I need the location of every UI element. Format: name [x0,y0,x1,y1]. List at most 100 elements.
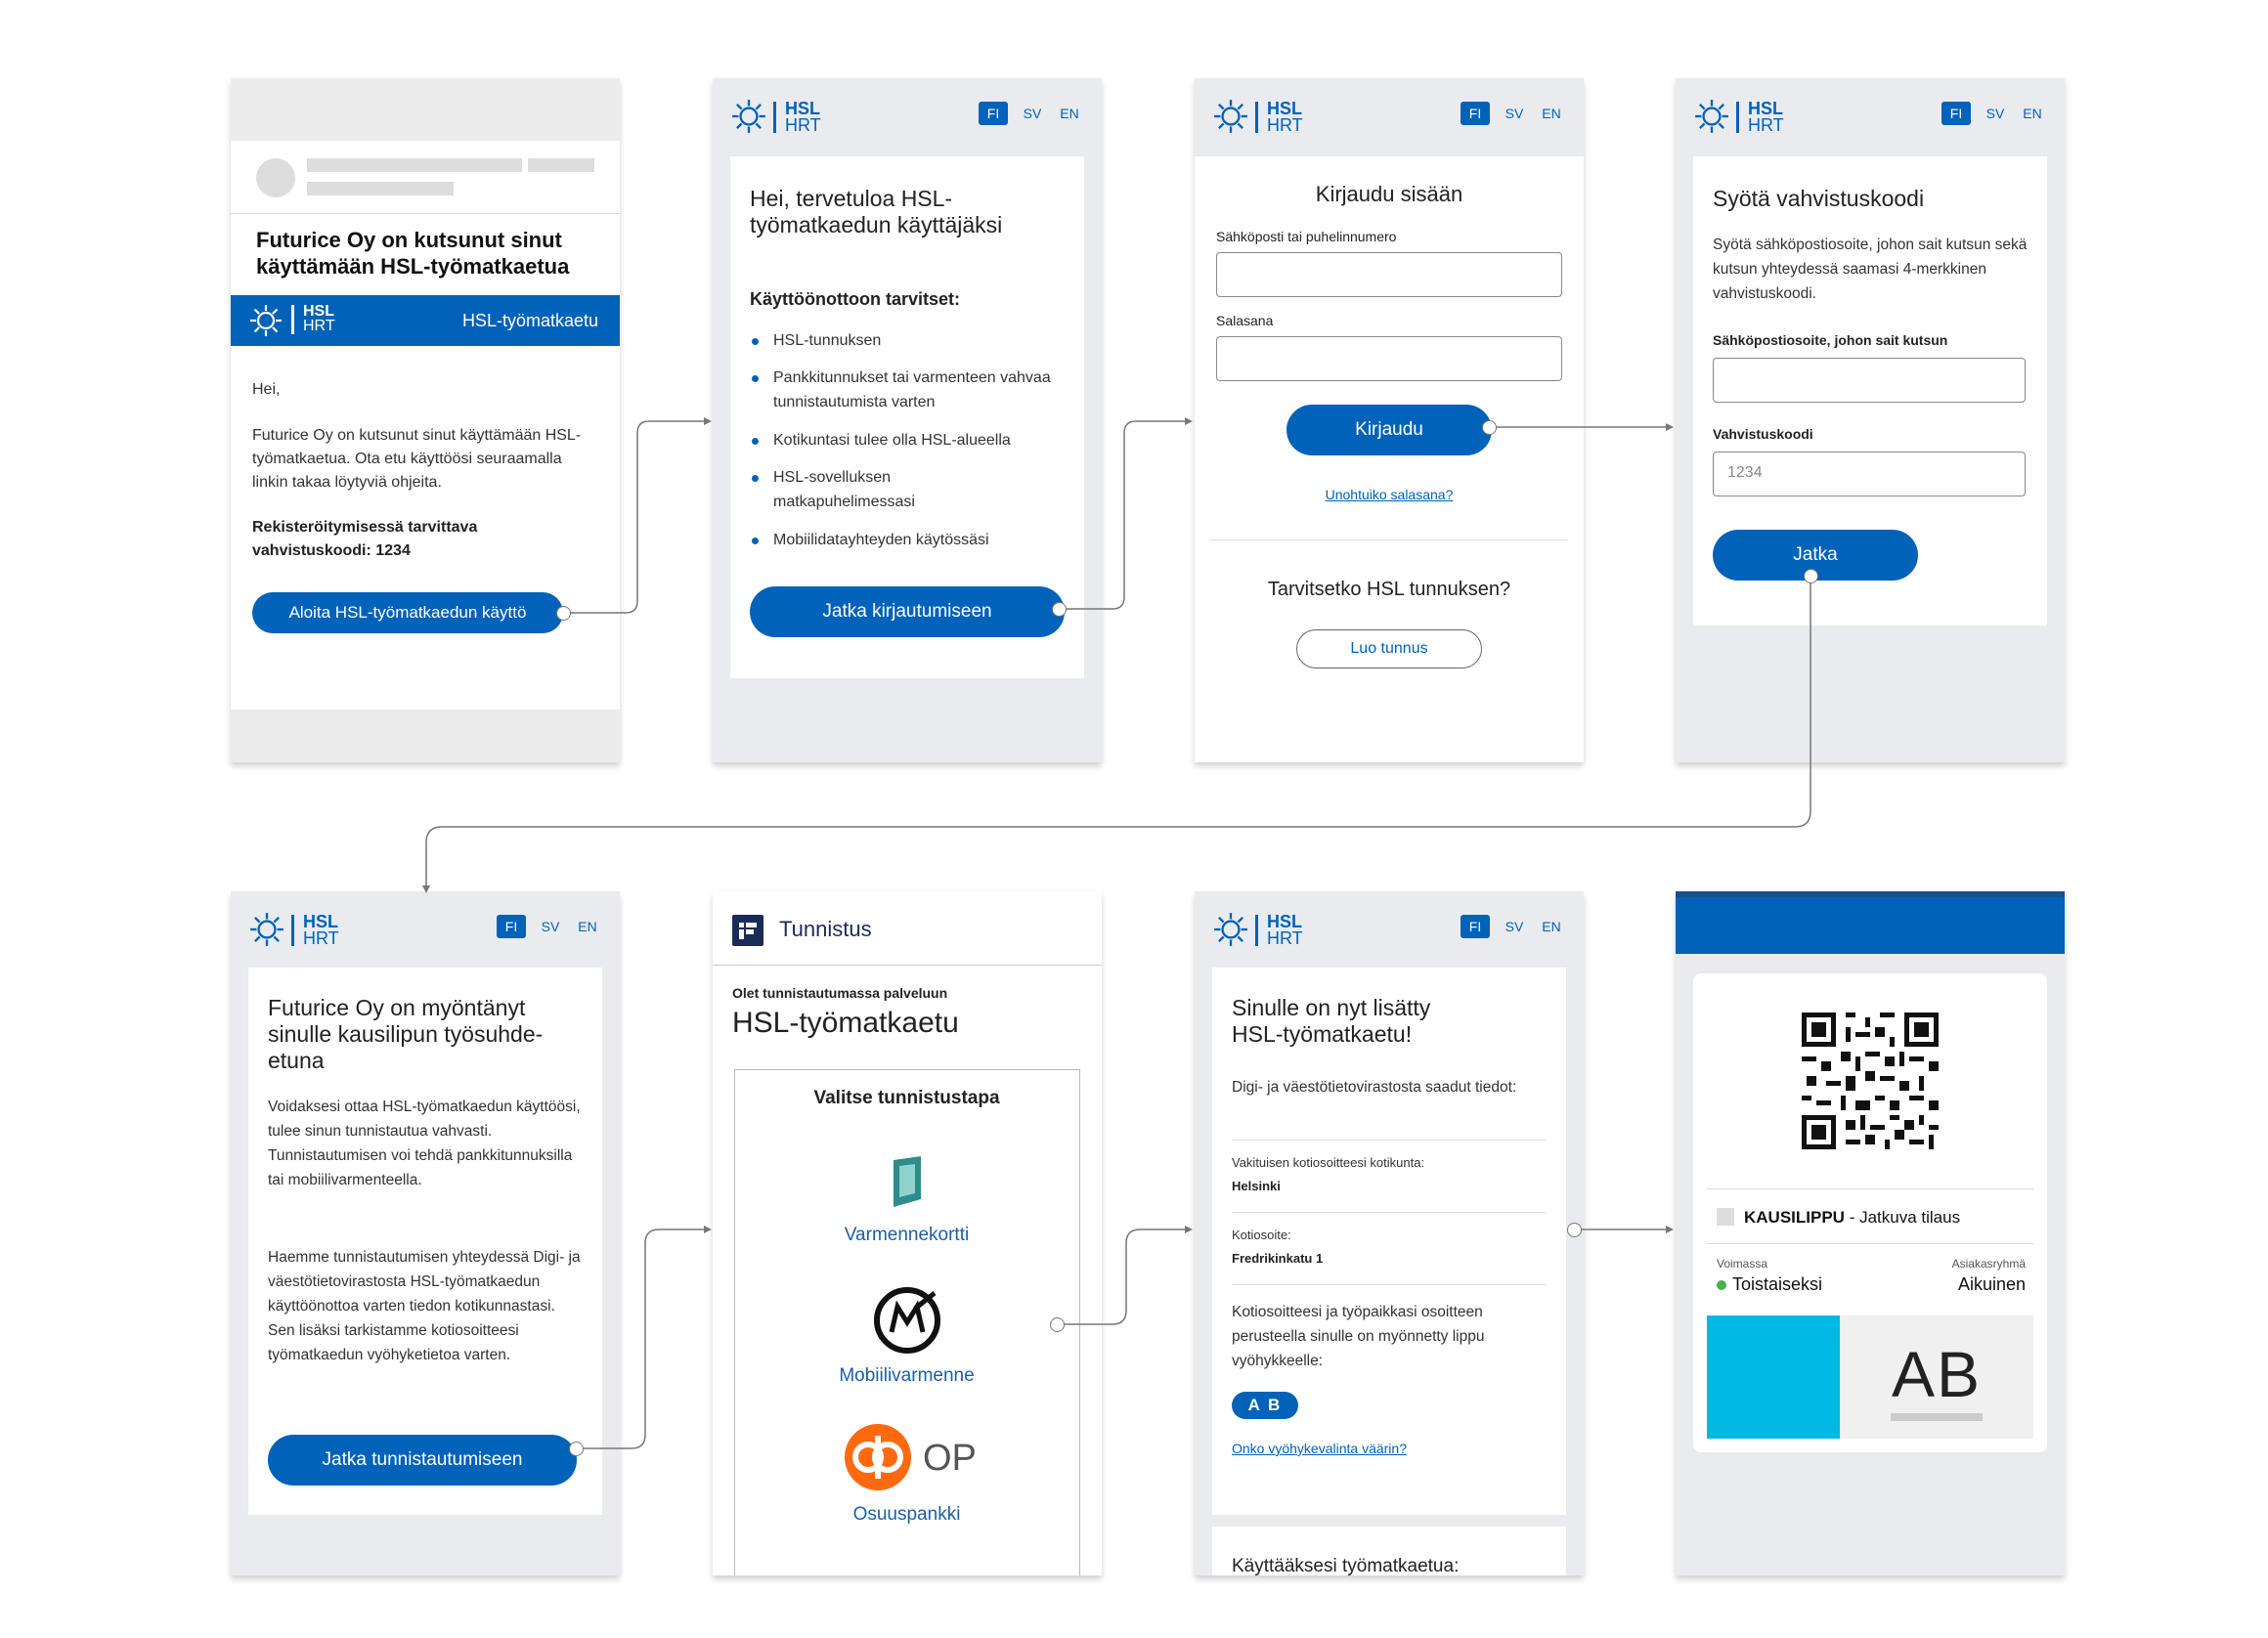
password-input[interactable] [1216,336,1562,381]
address-value: Fredrikinkatu 1 [1232,1251,1324,1266]
zone-badge: A B [1232,1392,1298,1419]
screen-welcome: HSL HRT FI SV EN Hei, tervetuloa HSL-työ… [713,78,1102,762]
divider [1232,1212,1547,1213]
sender-placeholder [307,158,522,172]
lang-sv[interactable]: SV [1502,915,1527,938]
ticket-zones: AB [1891,1338,1983,1410]
ticket-subscription: Jatkuva tilaus [1859,1208,1961,1227]
email-greeting: Hei, [252,381,281,398]
hsl-logo: HSL HRT [1212,911,1310,950]
method-panel: Valitse tunnistustapa Varmennekortti Mob… [734,1069,1080,1575]
screen-invite-email: Futurice Oy on kutsunut sinut käyttämään… [231,78,620,762]
added-card: Sinulle on nyt lisätty HSL-työmatkaetu! … [1212,968,1566,1515]
lang-fi[interactable]: FI [1461,102,1490,125]
app-header: HSL HRT FI SV EN [1195,891,1584,966]
zone-panel: AB [1840,1315,2033,1439]
hsl-logo: HSL HRT [1212,98,1310,137]
ticket-checkbox[interactable] [1717,1208,1734,1226]
method-mobiilivarmenne[interactable]: Mobiilivarmenne [735,1285,1078,1402]
valid-status-dot [1717,1280,1726,1290]
logo-hrt: HRT [1267,928,1303,948]
screen-identification: Tunnistus Olet tunnistautumassa palveluu… [713,891,1102,1575]
login-card: Kirjaudu sisään Sähköposti tai puhelinnu… [1195,156,1584,762]
continue-login-button[interactable]: Jatka kirjautumiseen [750,586,1065,637]
connector-knob [1050,1317,1065,1332]
ticket-dash: - [1844,1208,1860,1227]
service-name: HSL-työmatkaetu [732,1007,959,1039]
code-input[interactable]: 1234 [1713,452,2026,496]
screen-ticket: KAUSILIPPU - Jatkuva tilaus Voimassa Toi… [1676,891,2065,1575]
benefit-paragraph-1: Voidaksesi ottaa HSL-työmatkaedun käyttö… [268,1099,581,1188]
forgot-password-link[interactable]: Unohtuiko salasana? [1195,487,1584,502]
screen-benefit-granted: HSL HRT FI SV EN Futurice Oy on myöntäny… [231,891,620,1575]
op-logo-icon [845,1424,911,1490]
sender-avatar [256,158,295,197]
ticket-top-strip [1676,891,2065,897]
password-label: Salasana [1216,313,1274,328]
divider [1210,539,1568,540]
zone-wrong-link[interactable]: Onko vyöhykevalinta väärin? [1232,1441,1407,1456]
ticket-card: KAUSILIPPU - Jatkuva tilaus Voimassa Toi… [1693,973,2047,1452]
connector-knob [1482,420,1497,435]
verify-body: Syötä sähköpostiosoite, johon sait kutsu… [1713,237,2028,302]
lang-en[interactable]: EN [2018,102,2047,125]
logo-hrt: HRT [785,115,821,135]
lang-sv[interactable]: SV [1020,102,1045,125]
divider [231,213,620,214]
lang-en[interactable]: EN [1055,102,1084,125]
logo-divider [1736,102,1739,133]
method-varmennekortti[interactable]: Varmennekortti [735,1148,1078,1266]
lang-fi[interactable]: FI [497,915,526,938]
tunnistus-brand: Tunnistus [779,917,872,941]
app-header: HSL HRT FI SV EN [713,78,1102,152]
logo-divider [1255,102,1258,133]
connector-knob [569,1442,584,1456]
login-button[interactable]: Kirjaudu [1287,405,1492,455]
benefit-card: Futurice Oy on myöntänyt sinulle kausili… [248,968,602,1515]
requirement-item: HSL-tunnuksen [773,332,882,349]
lang-en[interactable]: EN [573,915,602,938]
ticket-type-bold: KAUSILIPPU [1744,1208,1845,1227]
hsl-logo: HSL HRT [248,911,346,950]
group-value: Aikuinen [1957,1274,2026,1294]
added-title: Sinulle on nyt lisätty HSL-työmatkaetu! [1232,995,1431,1047]
method-osuuspankki[interactable]: OP Osuuspankki [735,1422,1078,1539]
continue-identification-button[interactable]: Jatka tunnistautumiseen [268,1435,577,1486]
email-label: Sähköpostiosoite, johon sait kutsun [1713,332,1948,348]
lang-fi[interactable]: FI [979,102,1008,125]
ticket-top-bar [1676,891,2065,954]
app-header: HSL HRT FI SV EN [1195,78,1584,152]
sender-placeholder [528,158,594,172]
lang-sv[interactable]: SV [1502,102,1527,125]
bullet [752,375,759,382]
email-input[interactable] [1713,358,2026,403]
logo-divider [291,305,294,334]
logo-divider [291,915,294,946]
create-account-button[interactable]: Luo tunnus [1296,629,1482,668]
lang-sv[interactable]: SV [1983,102,2008,125]
requirement-item: HSL-sovelluksen matkapuhelimessasi [773,469,915,510]
divider [1707,1188,2033,1189]
lang-fi[interactable]: FI [1461,915,1490,938]
lang-sv[interactable]: SV [538,915,563,938]
requirements-heading: Käyttöönottoon tarvitset: [750,289,960,309]
logo-divider [773,102,776,133]
logo-hrt: HRT [303,318,335,334]
connector-knob [1052,602,1067,617]
start-benefit-button[interactable]: Aloita HSL-työmatkaedun käyttö [252,592,563,633]
hsl-logo-icon [1214,100,1247,133]
email-input[interactable] [1216,252,1562,297]
logo-hrt: HRT [1267,115,1303,135]
screen-verify: HSL HRT FI SV EN Syötä vahvistuskoodi Sy… [1676,78,2065,762]
lang-en[interactable]: EN [1537,102,1566,125]
requirement-item: Pankkitunnukset tai varmenteen vahvaa tu… [773,369,1051,410]
need-account-text: Tarvitsetko HSL tunnuksen? [1267,579,1511,600]
lang-fi[interactable]: FI [1941,102,1971,125]
zone-color-block [1707,1315,1840,1439]
card-reader-icon [894,1156,921,1207]
lang-en[interactable]: EN [1537,915,1566,938]
requirement-item: Kotikuntasi tulee olla HSL-alueella [773,432,1011,449]
requirement-item: Mobiilidatayhteyden käytössäsi [773,532,989,548]
code-placeholder: 1234 [1727,464,1763,481]
choose-method-title: Valitse tunnistustapa [813,1088,1000,1108]
